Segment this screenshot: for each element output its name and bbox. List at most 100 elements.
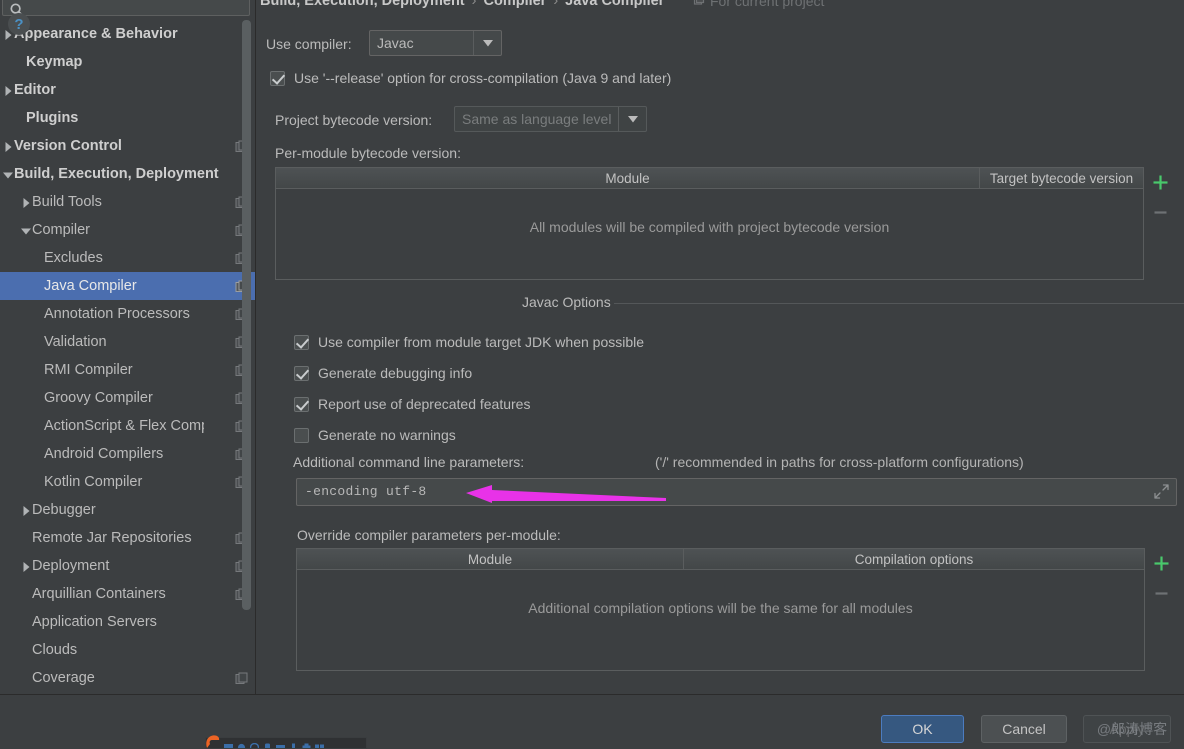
sidebar-item-java-compiler[interactable]: Java Compiler <box>0 272 256 300</box>
cancel-button[interactable]: Cancel <box>981 715 1067 743</box>
chevron-down-icon[interactable] <box>20 224 32 236</box>
sidebar-item-build-tools[interactable]: Build Tools <box>0 188 256 216</box>
column-header[interactable]: Module <box>276 168 979 188</box>
sidebar-item-debugger[interactable]: Debugger <box>0 496 256 524</box>
chevron-down-icon[interactable] <box>473 31 501 55</box>
sidebar-item-label: Groovy Compiler <box>44 390 153 406</box>
chevron-right-icon[interactable] <box>20 504 32 516</box>
breadcrumb-item[interactable]: Build, Execution, Deployment <box>260 0 465 9</box>
watermark: @郎涛博客 <box>1096 721 1168 737</box>
add-override-button[interactable] <box>1147 548 1175 578</box>
taskbar-icon[interactable] <box>263 739 272 748</box>
sidebar-item-plugins[interactable]: Plugins <box>0 104 256 132</box>
chevron-right-icon[interactable] <box>20 560 32 572</box>
use-release-option-label: Use '--release' option for cross-compila… <box>294 70 672 86</box>
column-header[interactable]: Compilation options <box>683 549 1144 569</box>
sidebar-item-validation[interactable]: Validation <box>0 328 256 356</box>
breadcrumb-item[interactable]: Java Compiler <box>565 0 664 9</box>
sidebar-item-label: Java Compiler <box>44 278 137 294</box>
sidebar-item-clouds[interactable]: Clouds <box>0 636 256 664</box>
sidebar-item-excludes[interactable]: Excludes <box>0 244 256 272</box>
bytecode-table-actions <box>1146 167 1174 227</box>
table-empty-message: All modules will be compiled with projec… <box>529 219 890 235</box>
remove-module-button[interactable] <box>1146 197 1174 227</box>
sidebar-item-coverage[interactable]: Coverage <box>0 664 256 692</box>
breadcrumb-item[interactable]: Compiler <box>483 0 546 9</box>
search-box[interactable] <box>2 0 250 17</box>
browser-logo-icon[interactable] <box>205 735 225 749</box>
taskbar-icon[interactable] <box>276 739 285 748</box>
remove-override-button[interactable] <box>1147 578 1175 608</box>
javac-option-checkbox[interactable] <box>294 365 309 381</box>
per-module-bytecode-table[interactable]: Module Target bytecode version All modul… <box>275 167 1144 280</box>
sidebar-item-label: Appearance & Behavior <box>14 26 178 42</box>
sidebar-item-deployment[interactable]: Deployment <box>0 552 256 580</box>
search-input[interactable] <box>29 1 244 17</box>
sidebar-item-keymap[interactable]: Keymap <box>0 48 256 76</box>
expand-icon[interactable] <box>1153 483 1172 502</box>
sidebar-item-actionscript-flex-compiler[interactable]: ActionScript & Flex Compiler <box>0 412 256 440</box>
additional-params-input[interactable]: -encoding utf-8 <box>296 478 1177 506</box>
project-bytecode-label: Project bytecode version: <box>275 112 433 128</box>
taskbar-icon[interactable] <box>302 739 311 748</box>
taskbar-strip <box>205 737 367 749</box>
javac-option-row[interactable]: Report use of deprecated features <box>294 396 530 412</box>
sidebar-item-label: Annotation Processors <box>44 306 190 322</box>
use-compiler-dropdown[interactable]: Javac <box>369 30 502 56</box>
settings-dialog: Appearance & Behavior Keymap Editor Plugins… <box>0 0 1184 749</box>
sidebar-item-groovy-compiler[interactable]: Groovy Compiler <box>0 384 256 412</box>
override-params-table[interactable]: Module Compilation options Additional co… <box>296 548 1145 671</box>
additional-params-hint: ('/' recommended in paths for cross-plat… <box>655 454 1024 470</box>
sidebar-item-label: Android Compilers <box>44 446 164 462</box>
sidebar-item-editor[interactable]: Editor <box>0 76 256 104</box>
project-bytecode-dropdown[interactable]: Same as language level <box>454 106 647 132</box>
chevron-down-icon[interactable] <box>2 168 14 180</box>
sidebar-item-appearance-behavior[interactable]: Appearance & Behavior <box>0 20 256 48</box>
table-header: Module Target bytecode version <box>276 168 1143 189</box>
column-header[interactable]: Module <box>297 549 683 569</box>
sidebar-item-label: Excludes <box>44 250 103 266</box>
taskbar-icon[interactable] <box>249 739 260 748</box>
javac-option-row[interactable]: Generate debugging info <box>294 365 472 381</box>
sidebar-item-application-servers[interactable]: Application Servers <box>0 608 256 636</box>
javac-option-checkbox[interactable] <box>294 427 309 443</box>
sidebar-item-label: RMI Compiler <box>44 362 133 378</box>
chevron-right-icon[interactable] <box>2 140 14 152</box>
sidebar-item-label: Build, Execution, Deployment <box>14 166 219 182</box>
sidebar-item-compiler[interactable]: Compiler <box>0 216 256 244</box>
javac-option-label: Use compiler from module target JDK when… <box>318 334 645 350</box>
javac-option-row[interactable]: Generate no warnings <box>294 427 456 443</box>
sidebar-item-annotation-processors[interactable]: Annotation Processors <box>0 300 256 328</box>
sidebar-item-kotlin-compiler[interactable]: Kotlin Compiler <box>0 468 256 496</box>
javac-option-row[interactable]: Use compiler from module target JDK when… <box>294 334 644 350</box>
taskbar-icon[interactable] <box>224 739 233 748</box>
additional-params-value: -encoding utf-8 <box>305 484 427 499</box>
help-button[interactable]: ? <box>7 12 31 36</box>
taskbar-icon[interactable] <box>315 739 324 748</box>
sidebar-scrollbar[interactable] <box>242 20 251 610</box>
project-bytecode-value: Same as language level <box>462 111 612 127</box>
use-compiler-label: Use compiler: <box>266 36 352 52</box>
javac-option-checkbox[interactable] <box>294 396 309 412</box>
chevron-right-icon[interactable] <box>20 196 32 208</box>
sidebar-item-remote-jar-repositories[interactable]: Remote Jar Repositories <box>0 524 256 552</box>
column-header[interactable]: Target bytecode version <box>979 168 1143 188</box>
chevron-down-icon[interactable] <box>618 107 646 131</box>
sidebar-item-arquillian-containers[interactable]: Arquillian Containers <box>0 580 256 608</box>
group-divider <box>614 303 1184 304</box>
sidebar-item-build-execution-deployment[interactable]: Build, Execution, Deployment <box>0 160 256 188</box>
taskbar-icon[interactable] <box>237 739 246 748</box>
breadcrumb-separator: › <box>553 0 559 9</box>
chevron-right-icon[interactable] <box>2 84 14 96</box>
settings-tree: Appearance & Behavior Keymap Editor Plugins… <box>0 20 256 694</box>
scope-label: For current project <box>710 0 825 9</box>
sidebar-item-android-compilers[interactable]: Android Compilers <box>0 440 256 468</box>
taskbar-icon[interactable] <box>289 739 298 748</box>
use-release-option-row[interactable]: Use '--release' option for cross-compila… <box>270 70 671 86</box>
add-module-button[interactable] <box>1146 167 1174 197</box>
sidebar-item-version-control[interactable]: Version Control <box>0 132 256 160</box>
use-release-option-checkbox[interactable] <box>270 70 285 86</box>
javac-option-checkbox[interactable] <box>294 334 309 350</box>
sidebar-item-rmi-compiler[interactable]: RMI Compiler <box>0 356 256 384</box>
ok-button[interactable]: OK <box>881 715 964 743</box>
